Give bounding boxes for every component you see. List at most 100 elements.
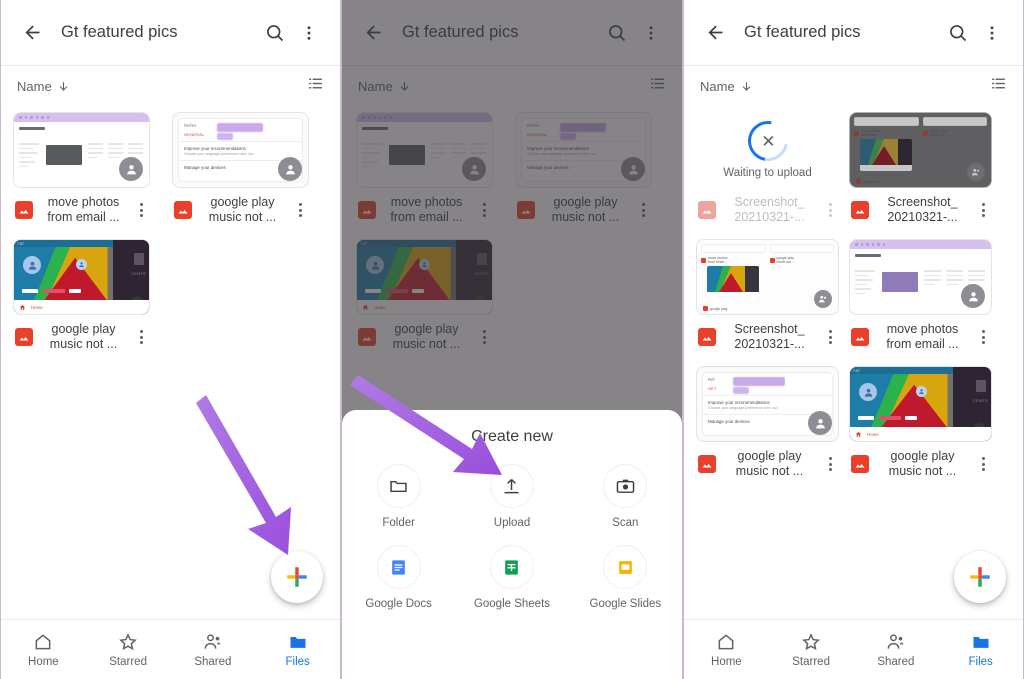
plus-icon — [970, 567, 990, 587]
file-grid: ✕ Waiting to upload Screenshot_ 20210321… — [684, 106, 1023, 493]
file-thumbnail[interactable]: move photos from email ... google play mus… — [696, 239, 839, 315]
nav-item-shared[interactable]: Shared — [854, 620, 939, 679]
file-thumbnail[interactable]: 7:5750% CENTS Home — [849, 366, 992, 442]
phone-panel-middle: Gt featured pics Name — [341, 0, 683, 679]
people-icon — [204, 633, 221, 649]
plus-icon — [287, 567, 307, 587]
avatar — [119, 157, 143, 181]
page-title: Gt featured pics — [744, 23, 861, 41]
google-docs-icon — [392, 559, 405, 575]
create-option-google-docs[interactable]: Google Docs — [342, 545, 455, 610]
sort-button[interactable]: Name — [17, 79, 70, 94]
file-thumbnail[interactable] — [849, 239, 992, 315]
people-icon — [887, 633, 904, 649]
image-file-icon — [174, 201, 192, 219]
nav-label: Shared — [194, 655, 232, 668]
file-name: move photos from email ... — [886, 322, 959, 351]
image-file-icon — [851, 201, 869, 219]
file-card[interactable]: 7:5750% CENTS Home — [849, 366, 992, 479]
star-icon — [119, 632, 137, 650]
bottom-navigation: Home Starred Shared Files — [684, 619, 1023, 679]
upload-icon — [504, 478, 519, 493]
sort-label: Name — [17, 78, 52, 94]
upload-progress: ✕ Waiting to upload — [696, 112, 839, 188]
back-arrow-icon[interactable] — [698, 16, 732, 50]
file-card[interactable]: move photos from email ... — [849, 239, 992, 352]
file-overflow-icon[interactable] — [293, 203, 307, 217]
app-bar: Gt featured pics — [684, 0, 1023, 66]
three-panel-tutorial-screenshot: Gt featured pics Name move photos from e… — [0, 0, 1024, 679]
option-label: Upload — [493, 517, 531, 529]
nav-item-starred[interactable]: Starred — [86, 620, 171, 679]
nav-item-files[interactable]: Files — [255, 620, 340, 679]
nav-item-home[interactable]: Home — [1, 620, 86, 679]
create-new-fab[interactable] — [271, 551, 323, 603]
nav-item-starred[interactable]: Starred — [769, 620, 854, 679]
file-thumbnail[interactable]: Refres GENERAL Improve your recommendati… — [172, 112, 309, 188]
home-icon — [35, 633, 51, 649]
list-view-icon[interactable] — [990, 75, 1007, 97]
folder-outline-icon — [390, 480, 407, 492]
nav-item-files[interactable]: Files — [938, 620, 1023, 679]
sort-bar: Name — [684, 66, 1023, 106]
upload-spinner-icon: ✕ — [739, 113, 796, 169]
create-option-google-slides[interactable]: Google Slides — [569, 545, 682, 610]
avatar — [278, 157, 302, 181]
file-overflow-icon[interactable] — [134, 203, 148, 217]
more-vert-icon[interactable] — [292, 16, 326, 50]
nav-item-home[interactable]: Home — [684, 620, 769, 679]
file-overflow-icon[interactable] — [823, 330, 837, 344]
search-icon[interactable] — [941, 16, 975, 50]
file-name: google play music not ... — [735, 449, 804, 478]
file-overflow-icon[interactable] — [976, 330, 990, 344]
create-option-upload[interactable]: Upload — [455, 464, 568, 529]
search-icon[interactable] — [258, 16, 292, 50]
file-overflow-icon[interactable] — [976, 457, 990, 471]
file-thumbnail[interactable]: 7:5750% CENTS Home — [13, 239, 150, 315]
option-label: Google Docs — [365, 598, 432, 610]
drive-nested-art: move photos from email ... google play mus… — [697, 240, 838, 314]
file-thumbnail[interactable]: Ref GET Improve your recommendations Cho… — [696, 366, 839, 442]
option-label: Scan — [612, 517, 639, 529]
create-option-scan[interactable]: Scan — [569, 464, 682, 529]
file-overflow-icon[interactable] — [823, 203, 837, 217]
camera-icon — [616, 479, 635, 493]
file-thumbnail[interactable] — [13, 112, 150, 188]
create-option-folder[interactable]: Folder — [342, 464, 455, 529]
option-label: Google Sheets — [473, 598, 551, 610]
google-slides-icon — [618, 560, 632, 574]
file-overflow-icon[interactable] — [134, 330, 148, 344]
colorful-geometry-art: 7:5750% CENTS Home — [850, 367, 991, 441]
nav-label: Home — [711, 655, 742, 668]
file-thumbnail[interactable]: move photos from email ... google play mus… — [849, 112, 992, 188]
file-card[interactable]: Ref GET Improve your recommendations Cho… — [696, 366, 839, 479]
option-label: Google Slides — [589, 598, 662, 610]
sort-button[interactable]: Name — [700, 79, 753, 94]
create-new-fab[interactable] — [954, 551, 1006, 603]
file-card[interactable]: 7:5750% CENTS Home — [13, 239, 150, 352]
nav-label: Home — [28, 655, 59, 668]
list-view-icon[interactable] — [307, 75, 324, 97]
file-card[interactable]: move photos from email ... — [13, 112, 150, 225]
image-file-icon — [698, 455, 716, 473]
image-file-icon — [15, 201, 33, 219]
home-icon — [718, 633, 734, 649]
nav-label: Files — [968, 655, 993, 668]
file-name: Screenshot_ 20210321-... — [734, 322, 805, 351]
sort-bar: Name — [1, 66, 340, 106]
file-card-uploading[interactable]: ✕ Waiting to upload Screenshot_ 20210321… — [696, 112, 839, 225]
app-bar: Gt featured pics — [1, 0, 340, 66]
nav-item-shared[interactable]: Shared — [171, 620, 256, 679]
create-option-google-sheets[interactable]: Google Sheets — [455, 545, 568, 610]
nav-label: Starred — [109, 655, 147, 668]
back-arrow-icon[interactable] — [15, 16, 49, 50]
more-vert-icon[interactable] — [975, 16, 1009, 50]
file-card[interactable]: move photos from email ... google play mus… — [849, 112, 992, 225]
file-card[interactable]: Refres GENERAL Improve your recommendati… — [172, 112, 309, 225]
sheet-title: Create new — [471, 428, 553, 445]
file-name: google play music not ... — [49, 322, 118, 351]
file-card[interactable]: move photos from email ... google play mus… — [696, 239, 839, 352]
create-new-bottom-sheet: Create new Folder Upload Scan Google Doc… — [342, 410, 682, 679]
file-overflow-icon[interactable] — [976, 203, 990, 217]
file-overflow-icon[interactable] — [823, 457, 837, 471]
